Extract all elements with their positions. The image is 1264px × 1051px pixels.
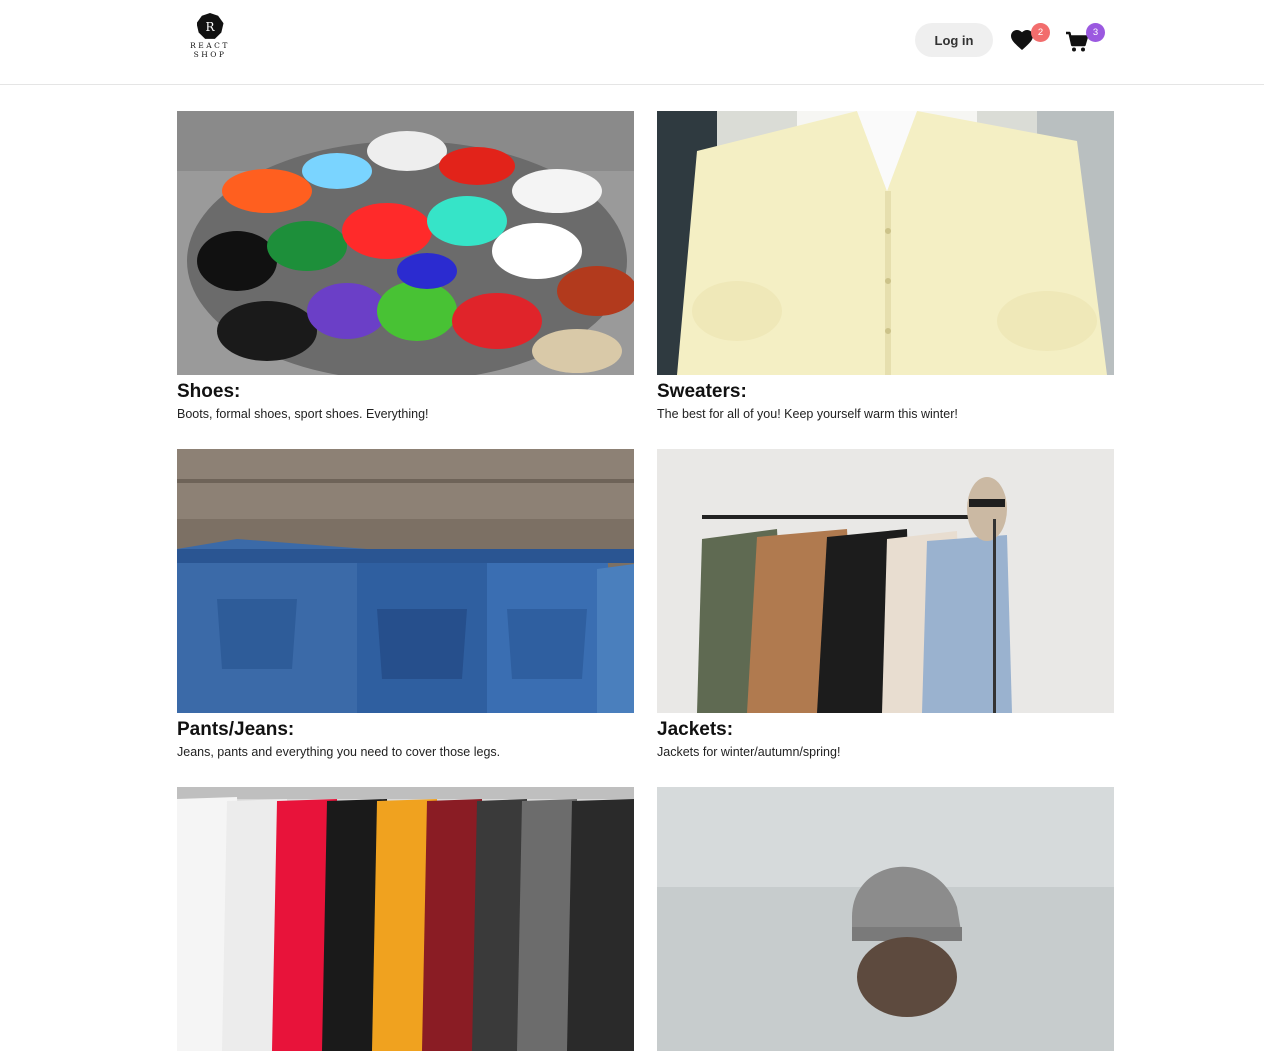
pants-jeans-image <box>177 449 634 713</box>
category-card-shirts[interactable] <box>177 787 634 1051</box>
logo-mark: R <box>196 13 224 39</box>
jackets-image <box>657 449 1114 713</box>
sweaters-image <box>657 111 1114 375</box>
react-shop-logo[interactable]: R REACT SHOP <box>189 13 231 65</box>
wishlist-button[interactable]: 2 <box>1009 23 1053 53</box>
cart-button[interactable]: 3 <box>1064 23 1108 55</box>
category-title: Pants/Jeans: <box>177 719 295 740</box>
category-description: Jackets for winter/autumn/spring! <box>657 745 841 759</box>
site-header: R REACT SHOP Log in 2 3 <box>0 0 1264 85</box>
category-title: Jackets: <box>657 719 734 740</box>
category-description: Jeans, pants and everything you need to … <box>177 745 501 759</box>
category-card-hats[interactable] <box>657 787 1114 1051</box>
category-description: Boots, formal shoes, sport shoes. Everyt… <box>177 407 429 421</box>
shirts-image <box>177 787 634 1051</box>
hats-image <box>657 787 1114 1051</box>
category-card-sweaters[interactable]: Sweaters: The best for all of you! Keep … <box>657 111 1114 422</box>
cart-count-badge: 3 <box>1086 23 1105 42</box>
category-description: The best for all of you! Keep yourself w… <box>657 407 958 421</box>
logo-text-bottom: SHOP <box>193 50 227 59</box>
wishlist-count-badge: 2 <box>1031 23 1050 42</box>
category-card-pants-jeans[interactable]: Pants/Jeans: Jeans, pants and everything… <box>177 449 634 760</box>
login-button[interactable]: Log in <box>915 23 993 57</box>
category-card-jackets[interactable]: Jackets: Jackets for winter/autumn/sprin… <box>657 449 1114 760</box>
category-title: Sweaters: <box>657 381 747 402</box>
shoes-image <box>177 111 634 375</box>
category-title: Shoes: <box>177 381 241 402</box>
category-card-shoes[interactable]: Shoes: Boots, formal shoes, sport shoes.… <box>177 111 634 422</box>
